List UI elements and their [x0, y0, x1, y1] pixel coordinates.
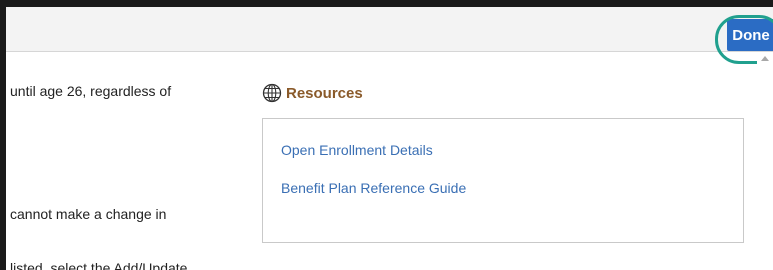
open-enrollment-details-link[interactable]: Open Enrollment Details — [281, 142, 433, 158]
resources-panel: Open Enrollment Details Benefit Plan Ref… — [262, 118, 744, 243]
app-frame: Done until age 26, regardless of cannot … — [0, 0, 773, 270]
vertical-scrollbar[interactable] — [757, 52, 773, 270]
benefit-plan-reference-guide-link[interactable]: Benefit Plan Reference Guide — [281, 180, 466, 196]
resources-title: Resources — [286, 84, 363, 102]
header-bar: Done — [6, 7, 773, 64]
body-text-line: until age 26, regardless of — [10, 83, 172, 99]
resources-header: Resources — [262, 83, 363, 103]
window-border-top — [0, 0, 773, 7]
done-button[interactable]: Done — [727, 19, 773, 51]
body-text-line: cannot make a change in — [10, 206, 167, 222]
globe-icon — [262, 83, 282, 103]
body-text-line: listed, select the Add/Update — [10, 260, 188, 270]
scroll-up-arrow-icon[interactable] — [761, 56, 769, 61]
